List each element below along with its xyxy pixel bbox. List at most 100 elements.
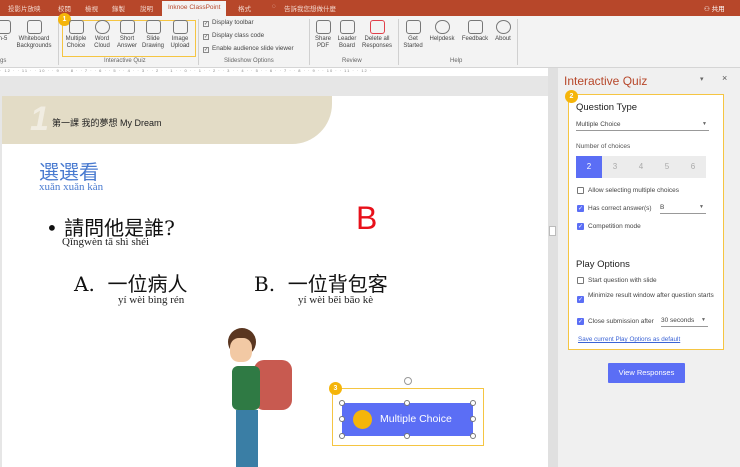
audience-slide-viewer-checkbox[interactable]: ✓ Enable audience slide viewer (203, 45, 294, 53)
share-pdf-button[interactable]: Share PDF (312, 20, 334, 50)
choice-4[interactable]: 4 (628, 156, 654, 178)
tab-slideshow[interactable]: 投影片放映 (8, 3, 41, 13)
delete-responses-button[interactable]: Delete all Responses (360, 20, 394, 50)
resize-handle[interactable] (339, 400, 345, 406)
option-b-pinyin: yí wèi bēi bāo kè (298, 294, 374, 306)
step-badge: 2 (565, 90, 578, 103)
choice-3[interactable]: 3 (602, 156, 628, 178)
pane-title: Interactive Quiz (564, 74, 648, 88)
resize-handle[interactable] (404, 400, 410, 406)
heading-pinyin: xuǎn xuǎn kàn (39, 181, 104, 193)
whiteboard-backgrounds-button[interactable]: Whiteboard Backgrounds (14, 20, 54, 50)
share-button[interactable]: ⚇ 共用 (704, 3, 725, 13)
tab-classpoint[interactable]: Inknoe ClassPoint (162, 1, 227, 16)
whiteboard-icon (26, 20, 42, 34)
group-label: Interactive Quiz (104, 58, 146, 64)
multiple-choice-button[interactable]: Multiple Choice (63, 20, 89, 50)
headset-icon (434, 20, 450, 34)
view-responses-button[interactable]: View Responses (608, 363, 685, 383)
minimize-result-checkbox[interactable]: ✓ Minimize result window after question s… (577, 292, 717, 303)
rotate-handle-icon[interactable] (404, 377, 412, 385)
correct-answer-select[interactable]: B ▼ (660, 204, 706, 214)
multiple-choice-slide-button[interactable]: Multiple Choice (342, 403, 473, 436)
word-cloud-button[interactable]: Word Cloud (90, 20, 114, 50)
ruler: · 12 · · 11 · · 10 · · 9 · · 8 · · 7 · ·… (0, 68, 548, 76)
option-a-pinyin: yí wèi bìng rén (118, 294, 185, 306)
tab-record[interactable]: 錄製 (112, 3, 125, 13)
option-a: A. 一位病人 (74, 272, 188, 296)
group-label: gs (0, 58, 7, 64)
question-pinyin: Qǐngwèn tā shì shéi (62, 236, 150, 248)
partial-button[interactable]: n-5 (0, 20, 11, 43)
chat-icon (119, 20, 135, 34)
divider (309, 19, 310, 65)
resize-handle[interactable] (339, 433, 345, 439)
feedback-icon (467, 20, 483, 34)
chevron-down-icon: ▼ (699, 204, 704, 210)
get-started-button[interactable]: Get Started (402, 20, 424, 50)
resize-handle[interactable] (339, 416, 345, 422)
resize-handle[interactable] (470, 416, 476, 422)
resize-handle[interactable] (470, 400, 476, 406)
resize-handle[interactable] (470, 433, 476, 439)
divider (398, 19, 399, 65)
ribbon: n-5 Whiteboard Backgrounds gs 1 Multiple… (0, 13, 740, 68)
trophy-icon (353, 410, 372, 429)
question-type-select[interactable]: Multiple Choice ▼ (576, 121, 709, 131)
resize-handle[interactable] (404, 433, 410, 439)
lesson-number: 1 (30, 100, 49, 138)
choice-6[interactable]: 6 (680, 156, 706, 178)
tab-format[interactable]: 格式 (238, 3, 251, 13)
image-icon (172, 20, 188, 34)
quiz-settings-card: Question Type Multiple Choice ▼ Number of… (568, 94, 724, 350)
tab-help[interactable]: 說明 (140, 3, 153, 13)
divider (58, 19, 59, 65)
choice-5[interactable]: 5 (654, 156, 680, 178)
pane-menu-chevron-icon[interactable]: ▾ (700, 75, 704, 83)
trash-icon (369, 20, 385, 34)
slide[interactable]: 1 第一課 我的夢想 My Dream 選選看 xuǎn xuǎn kàn • … (2, 96, 548, 467)
has-correct-checkbox[interactable]: ✓ Has correct answer(s) (577, 205, 652, 213)
close-after-select[interactable]: 30 seconds ▼ (661, 317, 708, 327)
start-with-slide-checkbox[interactable]: Start question with slide (577, 277, 657, 285)
tab-review[interactable]: 校閱 (58, 3, 71, 13)
question-type-heading: Question Type (576, 102, 638, 113)
slide-drawing-button[interactable]: Slide Drawing (140, 20, 166, 50)
choice-2[interactable]: 2 (576, 156, 602, 178)
scroll-thumb[interactable] (549, 226, 556, 236)
close-icon[interactable]: × (722, 73, 727, 83)
group-label: Review (342, 58, 362, 64)
step-badge: 3 (329, 382, 342, 395)
tab-view[interactable]: 檢視 (85, 3, 98, 13)
allow-multiple-checkbox[interactable]: Allow selecting multiple choices (577, 187, 679, 195)
option-b: B. 一位背包客 (254, 272, 388, 296)
backpacker-illustration (220, 326, 300, 467)
display-class-code-checkbox[interactable]: ✓ Display class code (203, 32, 264, 40)
ribbon-tab-bar: 投影片放映 校閱 檢視 錄製 說明 Inknoe ClassPoint 格式 ◌… (0, 0, 740, 16)
helpdesk-button[interactable]: Helpdesk (427, 20, 457, 43)
display-toolbar-checkbox[interactable]: ✓ Display toolbar (203, 19, 254, 27)
interactive-quiz-pane: Interactive Quiz ▾ × Question Type Multi… (558, 68, 740, 467)
leader-board-button[interactable]: Leader Board (335, 20, 359, 50)
feedback-button[interactable]: Feedback (459, 20, 491, 43)
rocket-icon (405, 20, 421, 34)
save-default-link[interactable]: Save current Play Options as default (578, 336, 680, 343)
vertical-scrollbar[interactable] (548, 68, 558, 467)
num-choices-selector: 23456 (576, 156, 706, 178)
trophy-icon (339, 20, 355, 34)
divider (517, 19, 518, 65)
close-submission-checkbox[interactable]: ✓ Close submission after (577, 318, 654, 326)
info-icon (495, 20, 511, 34)
lightbulb-icon: ◌ (272, 3, 276, 10)
competition-mode-checkbox[interactable]: ✓ Competition mode (577, 223, 641, 231)
tell-me-search[interactable]: 告訴我您想做什麼 (284, 3, 336, 13)
drawing-icon (145, 20, 161, 34)
divider (198, 19, 199, 65)
about-button[interactable]: About (492, 20, 514, 43)
group-label: Slideshow Options (224, 58, 274, 64)
partial-icon (0, 20, 11, 34)
short-answer-button[interactable]: Short Answer (115, 20, 139, 50)
bar-chart-icon (68, 20, 84, 34)
image-upload-button[interactable]: Image Upload (167, 20, 193, 50)
qr-icon (315, 20, 331, 34)
